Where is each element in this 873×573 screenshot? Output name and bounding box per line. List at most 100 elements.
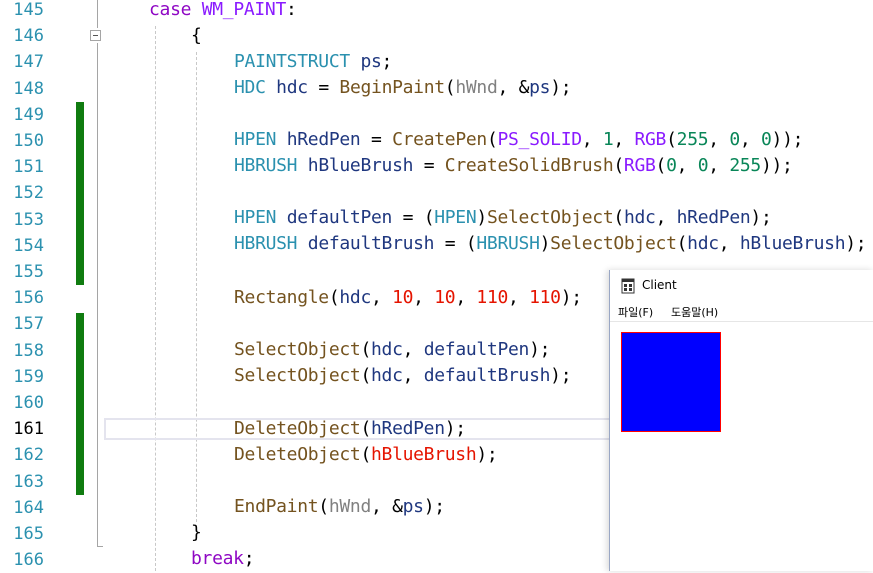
punctuation: ; [243,548,255,569]
line-number: 163 [13,471,44,492]
punctuation: ( [444,77,456,98]
number-literal: 10 [434,287,456,308]
punctuation: ); [529,339,551,360]
code-line-166[interactable]: break; [191,546,255,572]
variable-name: hdc [371,365,403,386]
app-window-icon [621,278,635,294]
punctuation: ( [676,233,688,254]
variable-name: hBlueBrush [307,155,414,176]
change-indicator-bar [76,313,84,495]
code-line-164[interactable]: EndPaint(hWnd, &ps); [234,494,445,520]
code-line-158[interactable]: SelectObject(hdc, defaultPen); [234,337,550,363]
line-number: 160 [13,393,44,413]
line-number: 149 [13,104,44,125]
variable-name: hRedPen [676,207,751,228]
keyword: break [191,548,244,569]
code-line-156[interactable]: Rectangle(hdc, 10, 10, 110, 110); [234,285,582,311]
variable-name: defaultBrush [423,365,551,386]
function-name: DeleteObject [234,444,361,465]
punctuation: ( [318,496,329,517]
function-name: EndPaint [234,496,319,517]
punctuation: ); [550,365,572,386]
variable-name: ps [360,51,382,72]
line-number: 156 [13,288,44,309]
code-line-147[interactable]: PAINTSTRUCT ps; [234,49,392,75]
number-literal: 110 [529,287,561,308]
operator: = [413,155,445,176]
line-number: 154 [13,235,44,256]
code-line-145[interactable]: case WM_PAINT: [149,0,297,23]
variable-name: hRedPen [371,418,445,439]
punctuation: , [708,155,730,176]
punctuation: ) [539,233,551,254]
code-line-148[interactable]: HDC hdc = BeginPaint(hWnd, &ps); [234,75,572,101]
punctuation: ); [550,77,572,98]
code-line-159[interactable]: SelectObject(hdc, defaultBrush); [234,363,572,389]
punctuation: , [455,287,477,308]
client-window[interactable]: Client 파일(F) 도움말(H) [609,270,873,571]
punctuation: ( [360,339,371,360]
variable-name: hBlueBrush [371,444,477,465]
function-name: SelectObject [234,339,361,360]
code-line-154[interactable]: HBRUSH defaultBrush = (HBRUSH)SelectObje… [234,231,867,257]
outline-line [97,0,98,28]
drawn-rectangle [621,332,721,432]
code-line-153[interactable]: HPEN defaultPen = (HPEN)SelectObject(hdc… [234,205,772,231]
line-number: 145 [13,0,44,20]
variable-name: hRedPen [286,129,361,150]
operator: = [307,77,340,98]
function-name: SelectObject [234,365,361,386]
variable-name: ps [402,496,424,517]
punctuation: ; [381,51,393,72]
line-number: 151 [13,157,44,178]
menu-file[interactable]: 파일(F) [618,304,653,320]
collapse-icon[interactable] [90,30,101,41]
punctuation: ( [486,129,498,150]
line-number: 157 [13,314,44,335]
number-literal: 255 [676,129,709,150]
window-titlebar[interactable]: Client [610,270,873,302]
variable-name: hdc [276,77,308,98]
client-area[interactable] [610,322,873,571]
type-name: HPEN [234,129,277,150]
variable-name: hBlueBrush [739,233,846,254]
variable-name: hdc [339,287,372,308]
type-name: HPEN [434,207,477,228]
punctuation: ( [655,155,667,176]
type-name: HPEN [234,207,277,228]
line-number: 161 [13,419,44,440]
punctuation: )); [771,129,804,150]
line-number: 166 [13,550,44,571]
punctuation: , [718,233,740,254]
punctuation: ); [750,207,772,228]
function-name: Rectangle [234,287,329,308]
line-number: 159 [13,366,44,387]
punctuation: , [676,155,698,176]
macro-name: RGB [623,155,656,176]
code-line-161[interactable]: DeleteObject(hRedPen); [234,416,466,442]
variable-name: ps [529,77,551,98]
punctuation: , [402,339,424,360]
line-number: 146 [13,26,44,47]
code-line-162[interactable]: DeleteObject(hBlueBrush); [234,442,498,468]
line-number: 153 [13,209,44,230]
function-name: CreateSolidBrush [444,155,614,176]
punctuation: )); [760,155,793,176]
line-number: 162 [13,445,44,466]
number-literal: 0 [666,155,677,176]
code-line-151[interactable]: HBRUSH hBlueBrush = CreateSolidBrush(RGB… [234,153,793,179]
indent-guide [155,26,156,571]
function-name: DeleteObject [234,418,361,439]
punctuation: , & [371,496,403,517]
punctuation: , [508,287,530,308]
menu-help[interactable]: 도움말(H) [671,304,718,320]
code-line-146[interactable]: { [191,23,202,49]
parameter-name: hWnd [455,77,498,98]
number-literal: 0 [760,129,772,150]
parameter-name: hWnd [328,496,371,517]
code-line-165[interactable]: } [191,520,202,546]
code-line-150[interactable]: HPEN hRedPen = CreatePen(PS_SOLID, 1, RG… [234,127,803,153]
function-name: SelectObject [486,207,614,228]
punctuation: ); [476,444,498,465]
line-number: 150 [13,131,44,151]
